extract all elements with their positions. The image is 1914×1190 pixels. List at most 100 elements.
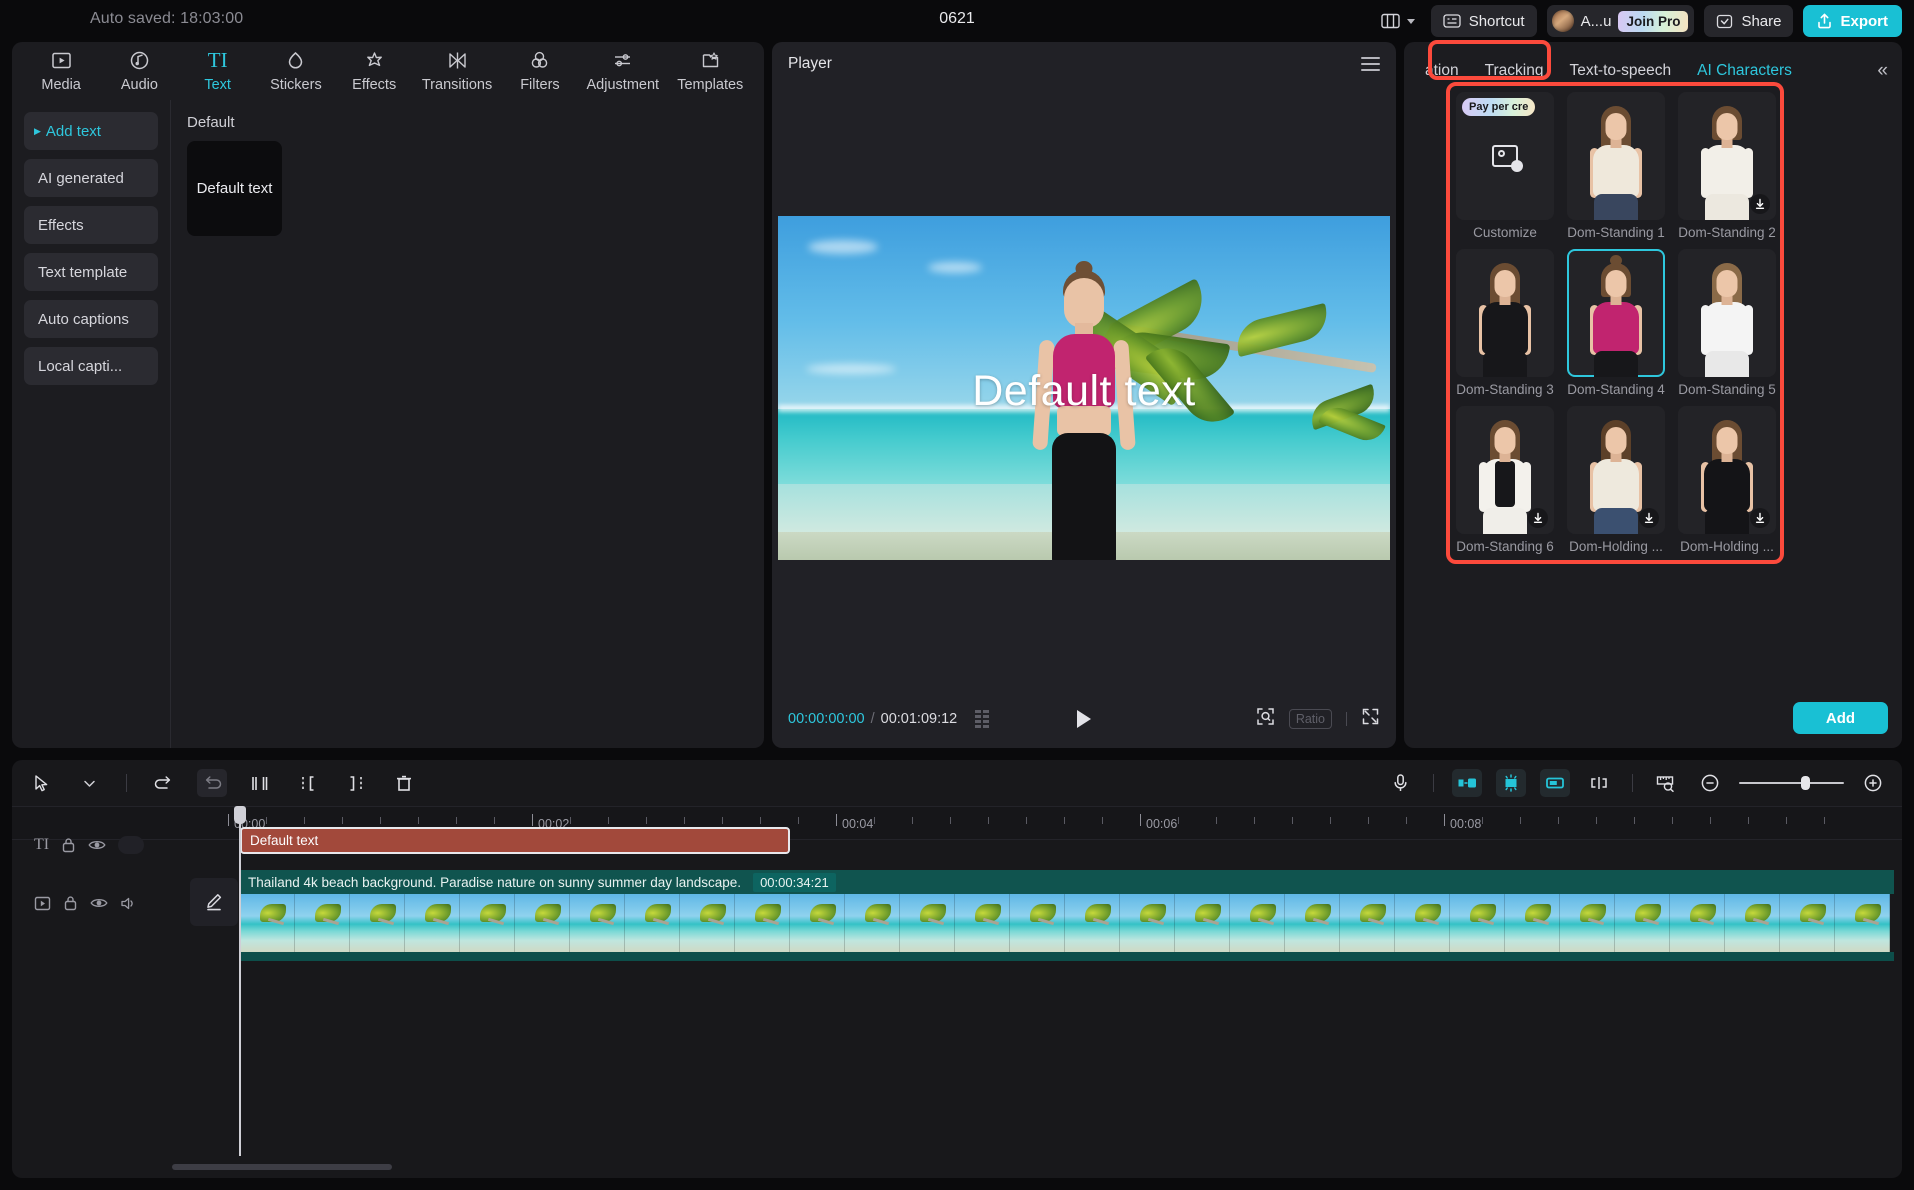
frames-icon[interactable] bbox=[975, 710, 989, 728]
text-clip-label: Default text bbox=[250, 833, 318, 848]
video-track-header bbox=[12, 895, 190, 911]
tab-ai-characters[interactable]: AI Characters bbox=[1684, 55, 1805, 87]
character-thumbnail[interactable] bbox=[1456, 406, 1554, 534]
undo-icon[interactable] bbox=[149, 769, 179, 797]
playhead[interactable] bbox=[239, 806, 241, 1156]
filmstrip-frame bbox=[1175, 894, 1230, 952]
character-thumbnail[interactable] bbox=[1567, 92, 1665, 220]
character-thumbnail[interactable] bbox=[1567, 406, 1665, 534]
select-tool-icon[interactable] bbox=[26, 769, 56, 797]
tab-templates[interactable]: Templates bbox=[667, 49, 754, 93]
character-card-customize[interactable]: Pay per cre Customize bbox=[1456, 92, 1554, 240]
split-center-icon[interactable] bbox=[1496, 769, 1526, 797]
timeline-horizontal-scrollbar[interactable] bbox=[172, 1164, 392, 1170]
tab-media[interactable]: Media bbox=[22, 49, 100, 93]
nav-local-captions[interactable]: Local capti... bbox=[24, 347, 158, 385]
trim-left-icon[interactable] bbox=[293, 769, 323, 797]
character-thumbnail-selected[interactable] bbox=[1567, 249, 1665, 377]
delete-icon[interactable] bbox=[389, 769, 419, 797]
mute-icon[interactable] bbox=[120, 896, 137, 911]
record-voiceover-icon[interactable] bbox=[1385, 769, 1415, 797]
select-tool-dropdown-icon[interactable] bbox=[74, 769, 104, 797]
video-clip[interactable]: Thailand 4k beach background. Paradise n… bbox=[240, 870, 1894, 961]
default-text-preset[interactable]: Default text bbox=[187, 141, 282, 236]
character-card-holding-2[interactable]: Dom-Holding ... bbox=[1678, 406, 1776, 554]
character-thumbnail[interactable] bbox=[1678, 92, 1776, 220]
tab-filters[interactable]: Filters bbox=[501, 49, 579, 93]
keyboard-icon bbox=[1443, 14, 1461, 28]
redo-icon[interactable] bbox=[197, 769, 227, 797]
tab-animation[interactable]: ation bbox=[1412, 55, 1472, 87]
ratio-button[interactable]: Ratio bbox=[1289, 709, 1332, 729]
nav-text-template[interactable]: Text template bbox=[24, 253, 158, 291]
outfit bbox=[1593, 145, 1639, 197]
zoom-slider[interactable] bbox=[1739, 776, 1844, 790]
play-button[interactable] bbox=[1077, 710, 1091, 728]
lock-icon[interactable] bbox=[61, 837, 76, 853]
shortcut-button[interactable]: Shortcut bbox=[1431, 5, 1537, 37]
share-button[interactable]: Share bbox=[1704, 5, 1793, 37]
tab-stickers[interactable]: Stickers bbox=[257, 49, 335, 93]
character-name: Dom-Standing 3 bbox=[1456, 382, 1554, 397]
tab-adjustment[interactable]: Adjustment bbox=[579, 49, 666, 93]
layout-button[interactable] bbox=[1375, 9, 1421, 33]
split-left-icon[interactable] bbox=[1452, 769, 1482, 797]
tab-audio[interactable]: Audio bbox=[100, 49, 178, 93]
tab-text[interactable]: TI Text bbox=[179, 49, 257, 93]
keyframe-icon[interactable] bbox=[1584, 769, 1614, 797]
nav-effects[interactable]: Effects bbox=[24, 206, 158, 244]
filmstrip-frame bbox=[790, 894, 845, 952]
character-thumbnail[interactable]: Pay per cre bbox=[1456, 92, 1554, 220]
character-card-standing-2[interactable]: Dom-Standing 2 bbox=[1678, 92, 1776, 240]
download-icon[interactable] bbox=[1528, 508, 1548, 528]
character-card-standing-5[interactable]: Dom-Standing 5 bbox=[1678, 249, 1776, 397]
split-icon[interactable] bbox=[245, 769, 275, 797]
nav-add-text[interactable]: ▶ Add text bbox=[24, 112, 158, 150]
zoom-tool-icon[interactable] bbox=[1256, 707, 1275, 731]
tab-effects[interactable]: Effects bbox=[335, 49, 413, 93]
media-icon bbox=[51, 49, 72, 72]
text-clip[interactable]: Default text bbox=[240, 827, 790, 854]
outfit bbox=[1704, 459, 1750, 511]
playhead-handle[interactable] bbox=[234, 806, 246, 824]
download-icon[interactable] bbox=[1750, 194, 1770, 214]
edit-clip-button[interactable] bbox=[190, 878, 238, 926]
ruler-tick bbox=[1634, 817, 1635, 824]
zoom-in-icon[interactable] bbox=[1858, 769, 1888, 797]
video-preview[interactable]: Default text bbox=[778, 216, 1390, 560]
account-button[interactable]: A...u Join Pro bbox=[1547, 5, 1695, 37]
visibility-icon[interactable] bbox=[90, 896, 108, 910]
character-card-standing-1[interactable]: Dom-Standing 1 bbox=[1567, 92, 1665, 240]
visibility-icon[interactable] bbox=[88, 838, 106, 852]
tab-text-to-speech[interactable]: Text-to-speech bbox=[1556, 55, 1684, 87]
export-button[interactable]: Export bbox=[1803, 5, 1902, 37]
character-thumbnail[interactable] bbox=[1678, 406, 1776, 534]
download-icon[interactable] bbox=[1750, 508, 1770, 528]
zoom-out-icon[interactable] bbox=[1695, 769, 1725, 797]
player-menu-icon[interactable] bbox=[1361, 57, 1380, 71]
split-right-icon[interactable] bbox=[1540, 769, 1570, 797]
character-card-standing-3[interactable]: Dom-Standing 3 bbox=[1456, 249, 1554, 397]
nav-ai-generated[interactable]: AI generated bbox=[24, 159, 158, 197]
video-overlay-text[interactable]: Default text bbox=[778, 367, 1390, 416]
nav-auto-captions[interactable]: Auto captions bbox=[24, 300, 158, 338]
download-icon[interactable] bbox=[1639, 508, 1659, 528]
fullscreen-icon[interactable] bbox=[1361, 707, 1380, 731]
character-thumbnail[interactable] bbox=[1456, 249, 1554, 377]
join-pro-badge[interactable]: Join Pro bbox=[1618, 11, 1688, 32]
ruler-zoom-icon[interactable] bbox=[1651, 769, 1681, 797]
filmstrip-frame bbox=[1780, 894, 1835, 952]
ruler-tick bbox=[1406, 817, 1407, 824]
character-card-standing-6[interactable]: Dom-Standing 6 bbox=[1456, 406, 1554, 554]
trim-right-icon[interactable] bbox=[341, 769, 371, 797]
collapse-panel-icon[interactable]: « bbox=[1877, 60, 1888, 82]
ai-character-overlay[interactable] bbox=[1028, 274, 1140, 560]
tab-tracking[interactable]: Tracking bbox=[1472, 55, 1557, 87]
zoom-slider-handle[interactable] bbox=[1801, 776, 1810, 790]
character-card-standing-4[interactable]: Dom-Standing 4 bbox=[1567, 249, 1665, 397]
character-thumbnail[interactable] bbox=[1678, 249, 1776, 377]
lock-icon[interactable] bbox=[63, 895, 78, 911]
add-button[interactable]: Add bbox=[1793, 702, 1888, 734]
character-card-holding-1[interactable]: Dom-Holding ... bbox=[1567, 406, 1665, 554]
tab-transitions[interactable]: Transitions bbox=[413, 49, 500, 93]
